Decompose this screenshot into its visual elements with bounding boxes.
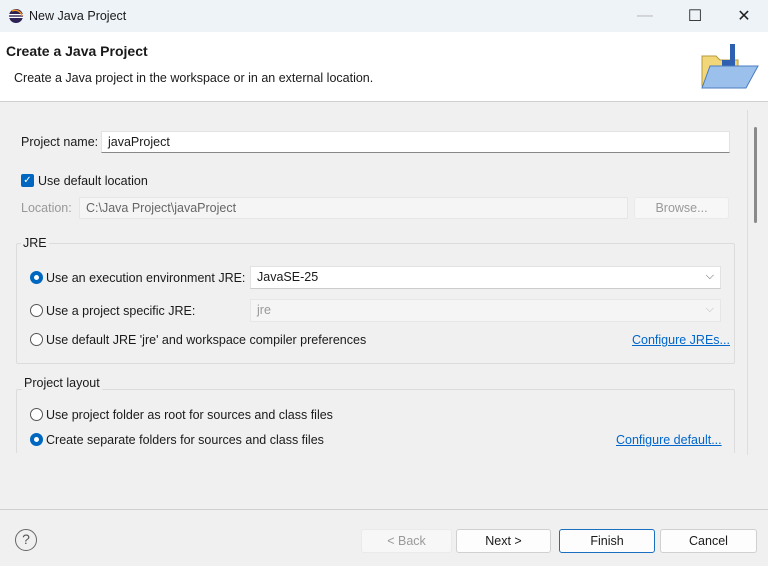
finish-button[interactable]: Finish xyxy=(559,529,655,553)
configure-default-link[interactable]: Configure default... xyxy=(616,433,722,447)
scrollbar-track[interactable] xyxy=(747,110,748,455)
close-button[interactable]: ✕ xyxy=(721,0,767,32)
jre-option-project-specific-radio[interactable] xyxy=(30,304,43,317)
help-icon[interactable]: ? xyxy=(15,529,37,551)
use-default-location-checkbox[interactable]: ✓ xyxy=(21,174,34,187)
layout-option-separate-radio[interactable] xyxy=(30,433,43,446)
execution-env-select[interactable]: JavaSE-25 ⌵ xyxy=(250,266,721,289)
jre-option-label: Use default JRE 'jre' and workspace comp… xyxy=(46,333,367,347)
use-default-location-label: Use default location xyxy=(38,174,148,188)
chevron-down-icon: ⌵ xyxy=(705,270,714,282)
jre-option-label: Use a project specific JRE: xyxy=(46,304,196,318)
jre-option-label: Use an execution environment JRE: xyxy=(46,271,246,285)
project-jre-select[interactable]: jre ⌵ xyxy=(250,299,721,322)
folder-icon xyxy=(701,44,759,89)
content-clip xyxy=(0,453,748,505)
location-label: Location: xyxy=(21,201,72,215)
configure-jres-link[interactable]: Configure JREs... xyxy=(632,333,730,347)
minimize-button[interactable]: — xyxy=(622,0,668,32)
project-jre-value: jre xyxy=(257,303,271,317)
jre-option-default-radio[interactable] xyxy=(30,333,43,346)
maximize-button[interactable]: ☐ xyxy=(672,0,718,32)
scrollbar-thumb[interactable] xyxy=(754,127,757,223)
browse-button[interactable]: Browse... xyxy=(634,197,729,219)
eclipse-icon xyxy=(9,9,23,23)
title-bar: New Java Project — ☐ ✕ xyxy=(0,0,768,32)
next-button[interactable]: Next > xyxy=(456,529,551,553)
wizard-header: Create a Java Project Create a Java proj… xyxy=(0,32,768,102)
project-name-label: Project name: xyxy=(21,135,99,149)
page-title: Create a Java Project xyxy=(6,43,148,59)
project-layout-group-label: Project layout xyxy=(22,376,102,390)
back-button[interactable]: < Back xyxy=(361,529,452,553)
location-input[interactable]: C:\Java Project\javaProject xyxy=(79,197,628,219)
jre-group-label: JRE xyxy=(21,236,49,250)
layout-option-root-radio[interactable] xyxy=(30,408,43,421)
jre-option-execution-env-radio[interactable] xyxy=(30,271,43,284)
layout-option-label: Create separate folders for sources and … xyxy=(46,433,324,447)
cancel-button[interactable]: Cancel xyxy=(660,529,757,553)
page-description: Create a Java project in the workspace o… xyxy=(14,71,374,85)
project-name-input[interactable]: javaProject xyxy=(101,131,730,153)
execution-env-value: JavaSE-25 xyxy=(257,270,319,284)
footer-divider xyxy=(0,509,768,510)
chevron-down-icon: ⌵ xyxy=(705,303,714,315)
layout-option-label: Use project folder as root for sources a… xyxy=(46,408,333,422)
window-title: New Java Project xyxy=(29,9,127,23)
